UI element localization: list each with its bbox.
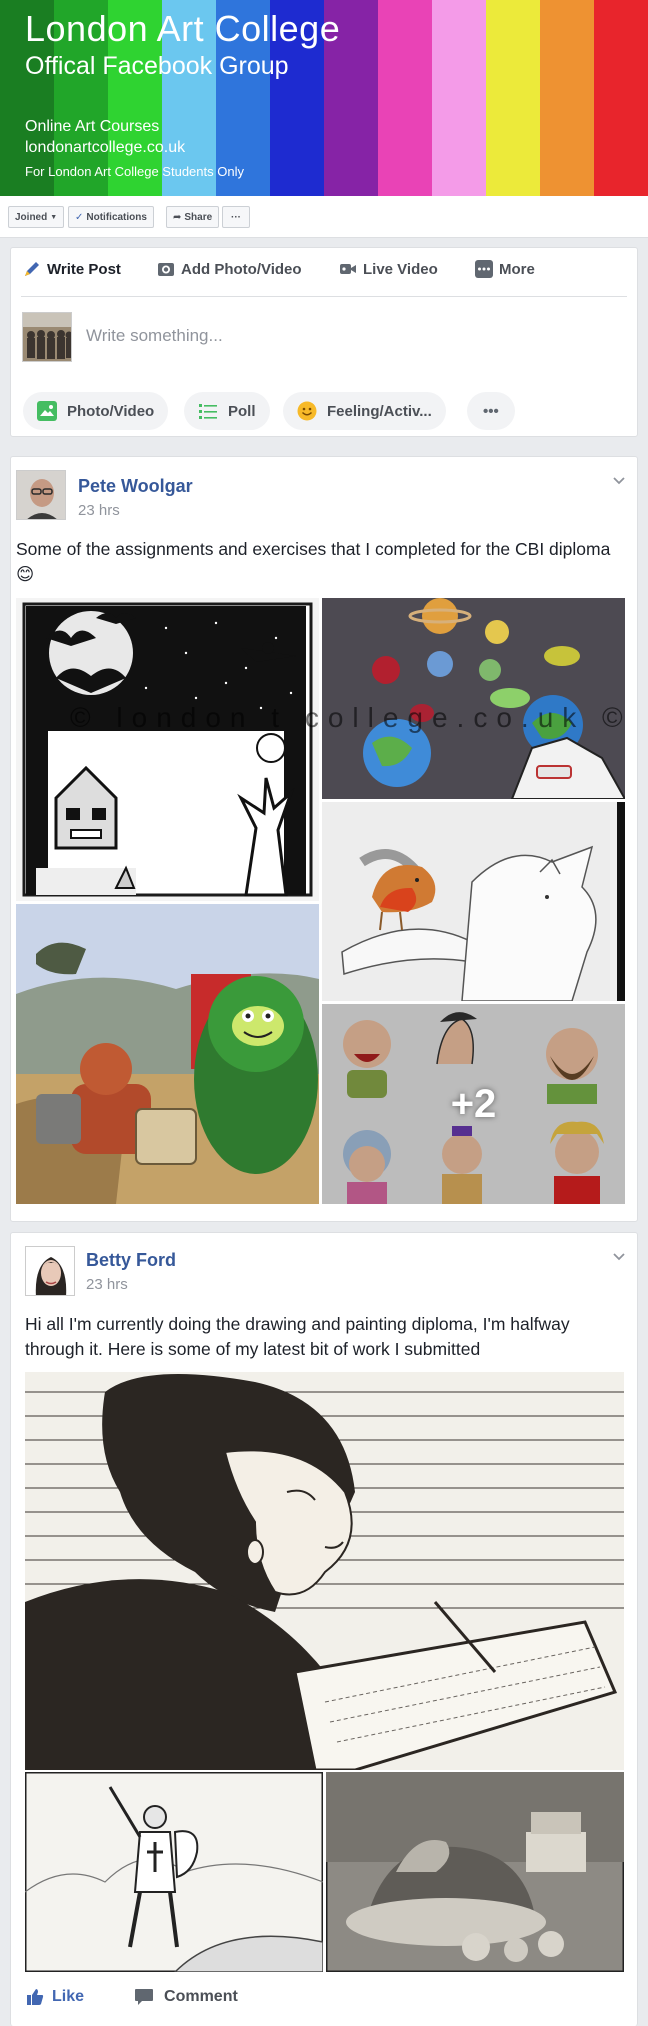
tab-add-photo-video-label: Add Photo/Video bbox=[181, 260, 302, 278]
write-something-input[interactable]: Write something... bbox=[86, 326, 223, 346]
photo-icon bbox=[37, 401, 57, 421]
author-avatar[interactable] bbox=[25, 1246, 75, 1296]
feeling-activity-label: Feeling/Activ... bbox=[327, 402, 432, 420]
post-photo-robin-rhino[interactable] bbox=[322, 802, 625, 1001]
user-avatar[interactable] bbox=[22, 312, 72, 362]
feeling-activity-button[interactable]: Feeling/Activ... bbox=[283, 392, 446, 430]
video-camera-icon bbox=[339, 260, 357, 278]
post-photo-halloween[interactable] bbox=[16, 598, 319, 901]
post-timestamp[interactable]: 23 hrs bbox=[78, 502, 120, 519]
tab-more-label: More bbox=[499, 260, 535, 278]
cover-line-students: For London Art College Students Only bbox=[25, 164, 244, 179]
post-options-chevron-icon[interactable] bbox=[612, 1250, 626, 1264]
post-photo-space[interactable] bbox=[322, 598, 625, 799]
comment-label: Comment bbox=[164, 1988, 238, 2005]
tab-write-post-label: Write Post bbox=[47, 260, 121, 278]
notifications-button[interactable]: ✓ Notifications bbox=[68, 206, 154, 228]
joined-label: Joined bbox=[15, 211, 48, 223]
more-options-pill-label: ••• bbox=[483, 402, 499, 420]
more-options-label: ··· bbox=[231, 211, 241, 223]
photo-video-label: Photo/Video bbox=[67, 402, 155, 420]
more-options-pill[interactable]: ••• bbox=[467, 392, 515, 430]
more-photos-count: +2 bbox=[450, 1081, 497, 1126]
notifications-label: Notifications bbox=[86, 211, 147, 223]
chevron-down-icon: ▼ bbox=[50, 213, 58, 221]
poll-button[interactable]: Poll bbox=[184, 392, 270, 430]
poll-list-icon bbox=[198, 401, 218, 421]
tab-add-photo-video[interactable]: Add Photo/Video bbox=[157, 258, 302, 280]
share-icon: ➦ bbox=[173, 211, 182, 223]
joined-button[interactable]: Joined ▼ bbox=[8, 206, 65, 228]
cover-stripe bbox=[378, 0, 432, 196]
cover-stripe bbox=[486, 0, 540, 196]
post-photo-still-life[interactable] bbox=[326, 1772, 624, 1972]
post-photo-monsters[interactable] bbox=[16, 904, 319, 1204]
more-options-button[interactable]: ··· bbox=[222, 206, 250, 228]
photo-watermark: © london t college.co.uk © bbox=[70, 702, 632, 733]
cover-stripe bbox=[594, 0, 648, 196]
post-composer: Write Post Add Photo/Video Live Video Mo… bbox=[10, 247, 638, 437]
post-text: Some of the assignments and exercises th… bbox=[16, 539, 611, 584]
checkmark-icon: ✓ bbox=[75, 211, 84, 223]
comment-button[interactable]: Comment bbox=[134, 1988, 238, 2006]
post-text: Hi all I'm currently doing the drawing a… bbox=[25, 1314, 570, 1359]
smiley-icon bbox=[297, 401, 317, 421]
like-button[interactable]: Like bbox=[26, 1988, 84, 2006]
thumbs-up-icon bbox=[26, 1988, 44, 2006]
cover-stripe bbox=[432, 0, 486, 196]
author-name[interactable]: Betty Ford bbox=[86, 1250, 176, 1271]
author-name[interactable]: Pete Woolgar bbox=[78, 476, 193, 497]
cover-title: London Art College bbox=[25, 8, 341, 49]
post-action-bar: Like Comment bbox=[26, 1988, 238, 2006]
cover-subtitle: Offical Facebook Group bbox=[25, 52, 289, 80]
tab-more[interactable]: More bbox=[475, 258, 535, 280]
post-photo-faces[interactable]: +2 bbox=[322, 1004, 625, 1204]
share-button[interactable]: ➦ Share bbox=[166, 206, 220, 228]
post-photo-reading-woman[interactable] bbox=[25, 1372, 624, 1770]
cover-line-courses: Online Art Courses bbox=[25, 118, 160, 135]
tab-write-post[interactable]: Write Post bbox=[23, 258, 121, 280]
share-label: Share bbox=[184, 211, 213, 223]
like-label: Like bbox=[52, 1988, 85, 2005]
cover-stripe bbox=[540, 0, 594, 196]
post-photo-knight[interactable] bbox=[25, 1772, 323, 1972]
camera-icon bbox=[157, 260, 175, 278]
post-options-chevron-icon[interactable] bbox=[612, 474, 626, 488]
cover-line-website: londonartcollege.co.uk bbox=[25, 139, 186, 156]
tab-live-video-label: Live Video bbox=[363, 260, 438, 278]
post-timestamp[interactable]: 23 hrs bbox=[86, 1276, 128, 1293]
composer-divider bbox=[21, 296, 627, 297]
comment-bubble-icon bbox=[134, 1988, 154, 2006]
author-avatar[interactable] bbox=[16, 470, 66, 520]
more-dots-icon bbox=[475, 260, 493, 278]
poll-label: Poll bbox=[228, 402, 256, 420]
pencil-icon bbox=[23, 260, 41, 278]
photo-video-button[interactable]: Photo/Video bbox=[23, 392, 169, 430]
tab-live-video[interactable]: Live Video bbox=[339, 258, 438, 280]
group-actions-bar: Joined ▼ ✓ Notifications ➦ Share ··· bbox=[0, 196, 648, 238]
